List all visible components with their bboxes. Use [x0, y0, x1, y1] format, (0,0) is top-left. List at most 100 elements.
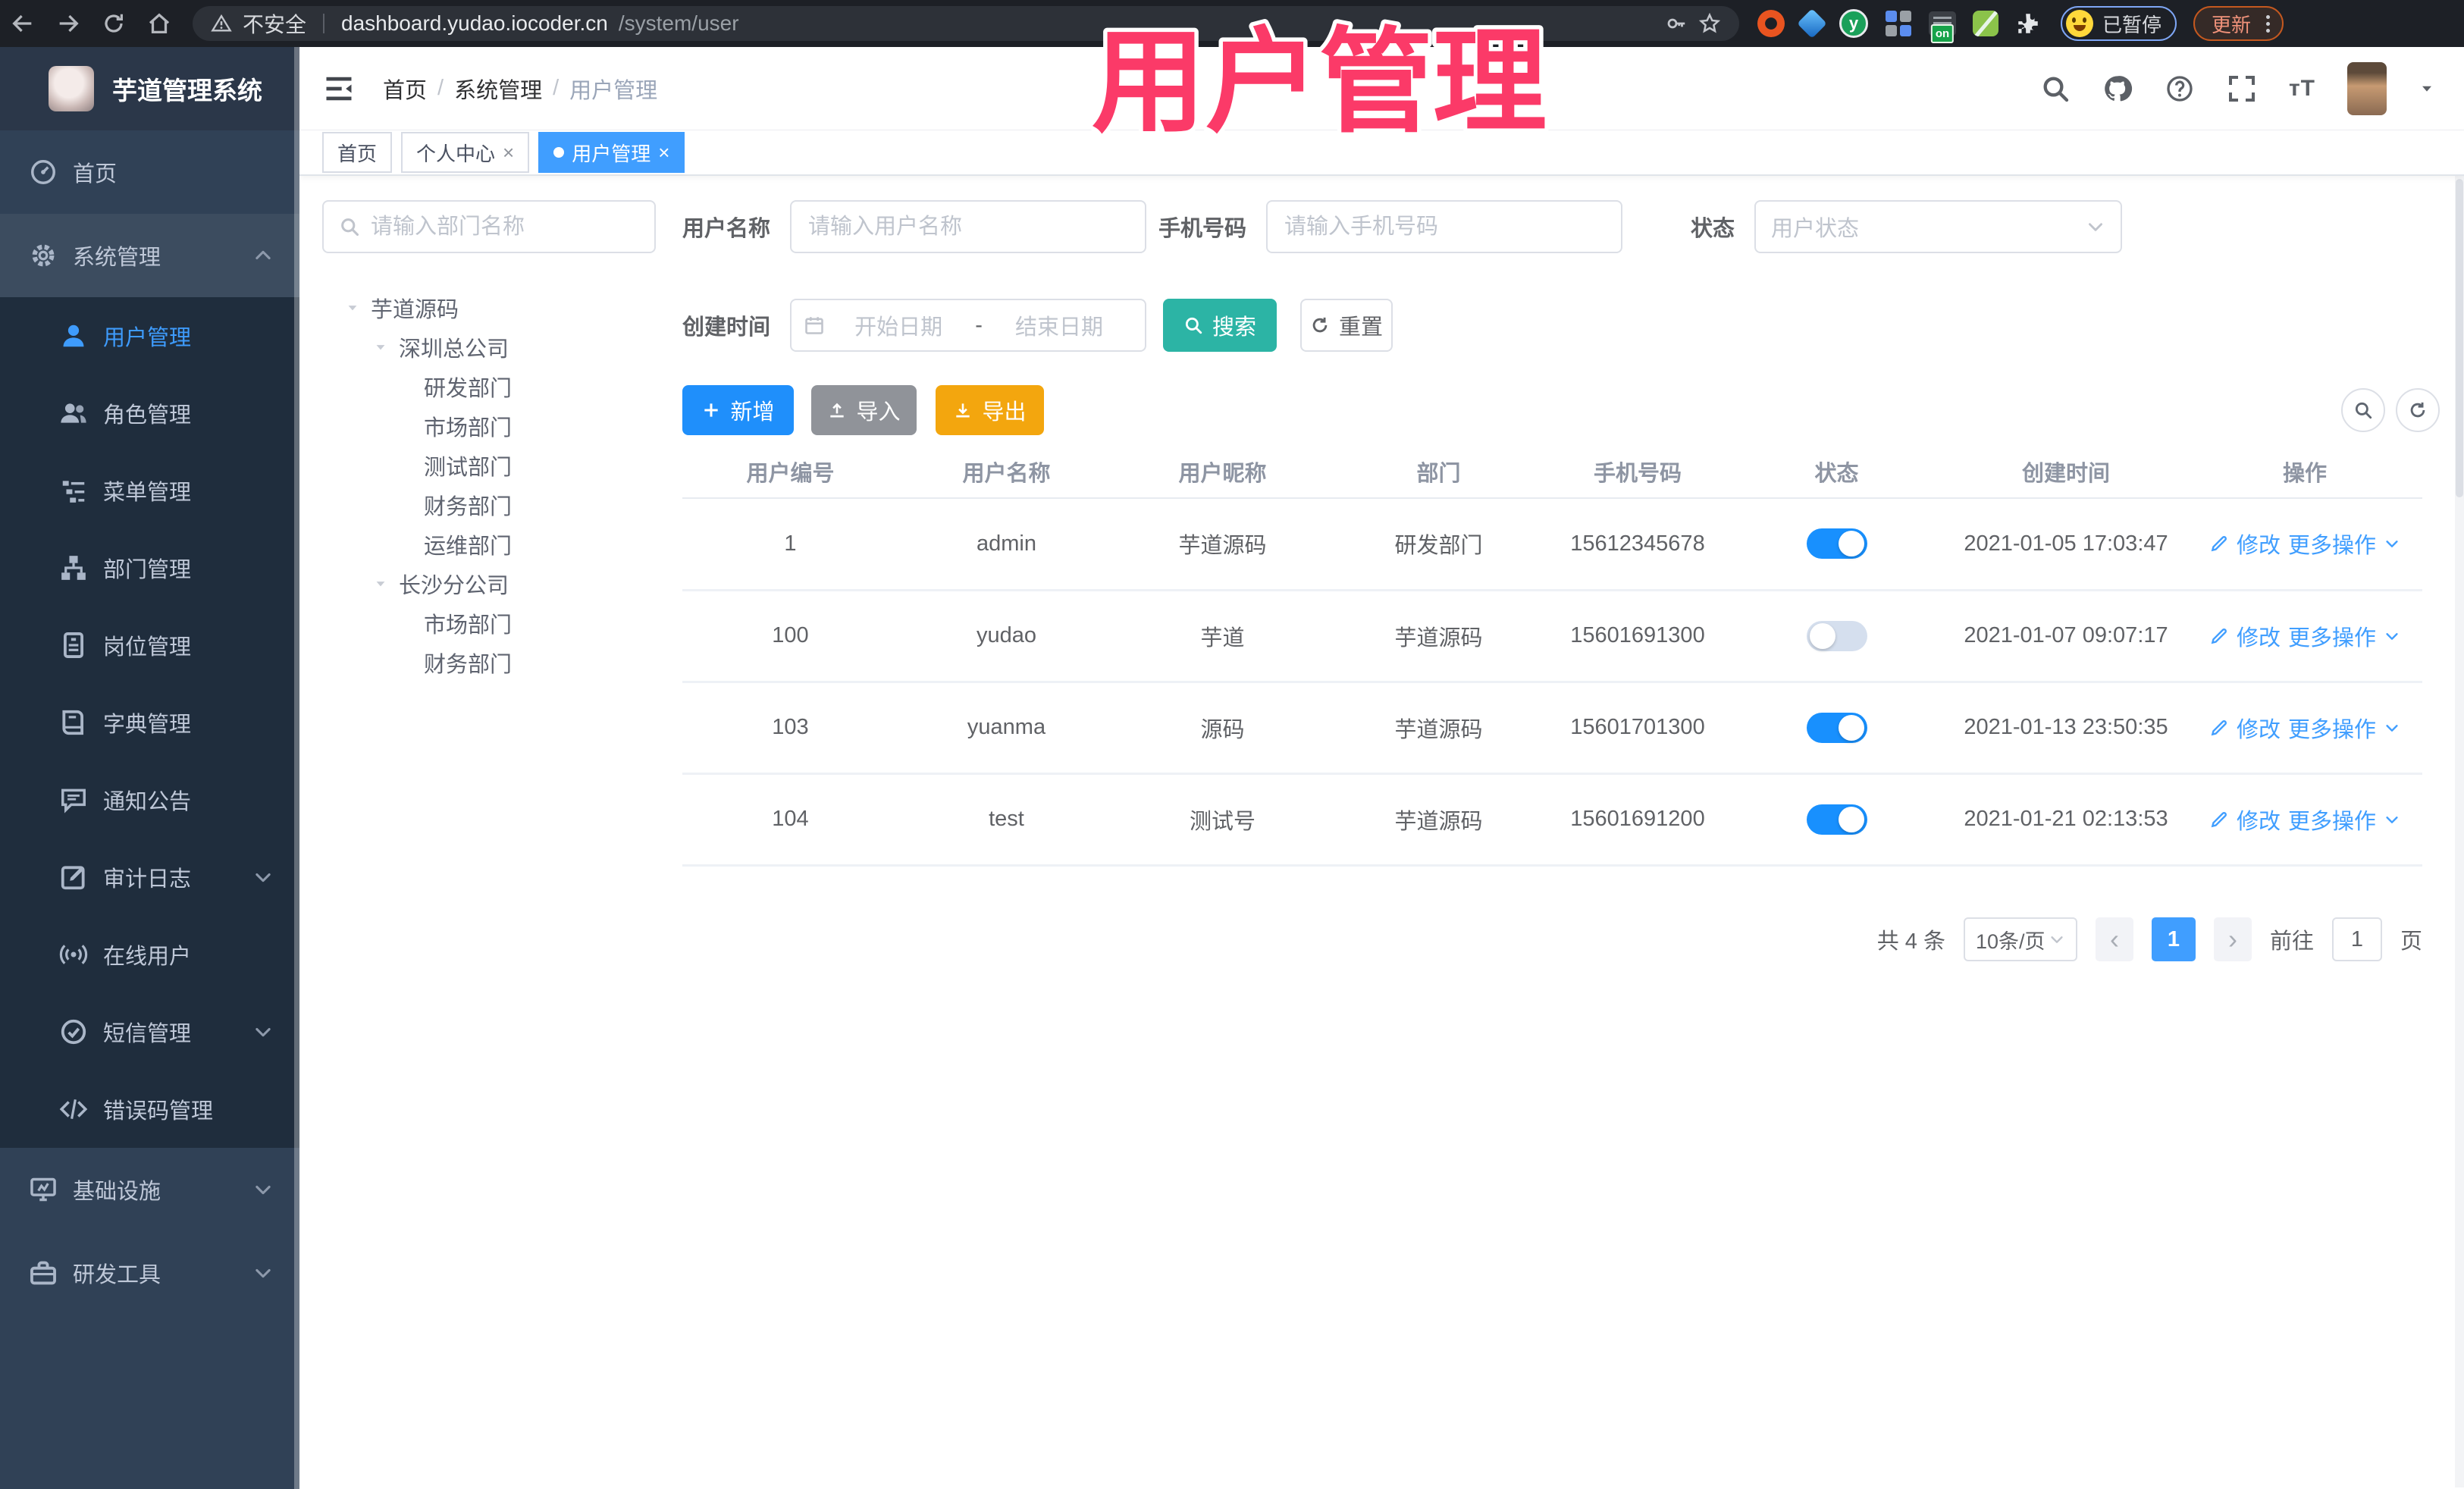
browser-menu-kebab-icon[interactable] [2263, 12, 2273, 36]
total-count: 共 4 条 [1876, 929, 1945, 954]
mobile-input[interactable] [1266, 200, 1623, 253]
browser-back-button[interactable] [0, 0, 45, 47]
more-actions-link[interactable]: 更多操作 [2288, 804, 2376, 835]
caret-down-icon[interactable] [345, 300, 360, 315]
sidebar-item-system-mgmt[interactable]: 系统管理 [0, 214, 299, 297]
more-actions-link[interactable]: 更多操作 [2288, 712, 2376, 744]
tree-node[interactable]: 财务部门 [322, 485, 656, 525]
edit-link[interactable]: 修改 [2237, 620, 2281, 652]
import-button[interactable]: 导入 [811, 385, 917, 435]
sidebar-item-infrastructure[interactable]: 基础设施 [0, 1148, 299, 1231]
password-key-icon[interactable] [1665, 12, 1688, 35]
tree-node[interactable]: 深圳总公司 [322, 328, 656, 367]
browser-home-button[interactable] [136, 0, 182, 47]
gem-extension-icon[interactable] [1797, 8, 1827, 39]
status-toggle[interactable] [1806, 712, 1867, 743]
sidebar-item-home[interactable]: 首页 [0, 130, 299, 214]
tree-node-root[interactable]: 芋道源码 [322, 288, 656, 328]
dept-search-input[interactable] [371, 214, 639, 240]
edit-link[interactable]: 修改 [2237, 712, 2281, 744]
green-y-extension-icon[interactable]: y [1839, 9, 1868, 38]
chevron-down-icon[interactable] [2384, 719, 2400, 736]
search-button[interactable]: 搜索 [1163, 299, 1277, 352]
tree-node[interactable]: 市场部门 [322, 406, 656, 446]
extensions-puzzle-icon[interactable] [2015, 11, 2041, 36]
sidebar-item-user-mgmt[interactable]: 用户管理 [0, 297, 299, 375]
sidebar-item-role-mgmt[interactable]: 角色管理 [0, 375, 299, 452]
sidebar-item-error-code-mgmt[interactable]: 错误码管理 [0, 1071, 299, 1148]
prev-page-button[interactable]: ‹ [2095, 917, 2133, 961]
sidebar-item-dev-tools[interactable]: 研发工具 [0, 1231, 299, 1315]
fullscreen-icon[interactable] [2227, 74, 2257, 104]
sidebar-item-online-users[interactable]: 在线用户 [0, 916, 299, 993]
browser-forward-button[interactable] [45, 0, 91, 47]
grid-extension-icon[interactable] [1885, 10, 1912, 37]
sidebar-item-sms-mgmt[interactable]: 短信管理 [0, 993, 299, 1071]
more-actions-link[interactable]: 更多操作 [2288, 528, 2376, 560]
refresh-table-button[interactable] [2396, 388, 2440, 432]
font-size-icon[interactable]: тT [2289, 76, 2315, 102]
search-icon [1183, 315, 1203, 335]
caret-down-icon[interactable] [373, 576, 388, 591]
end-date-placeholder[interactable]: 结束日期 [986, 309, 1133, 341]
create-time-range-picker[interactable]: 开始日期 - 结束日期 [790, 299, 1147, 352]
sidebar-collapse-hamburger-icon[interactable] [322, 72, 356, 105]
sidebar-item-dept-mgmt[interactable]: 部门管理 [0, 529, 299, 607]
more-actions-link[interactable]: 更多操作 [2288, 620, 2376, 652]
next-page-button[interactable]: › [2213, 917, 2252, 961]
green-key-extension-icon[interactable] [1973, 11, 1998, 36]
current-page-button[interactable]: 1 [2151, 917, 2196, 961]
tree-node[interactable]: 财务部门 [322, 643, 656, 682]
breadcrumb-system-mgmt[interactable]: 系统管理 [454, 73, 542, 105]
tree-node[interactable]: 长沙分公司 [322, 564, 656, 603]
status-toggle[interactable] [1806, 804, 1867, 835]
address-bar[interactable]: 不安全 dashboard.yudao.iocoder.cn/system/us… [193, 6, 1739, 41]
tab-home[interactable]: 首页 [322, 132, 393, 173]
export-button[interactable]: 导出 [936, 385, 1044, 435]
browser-reload-button[interactable] [91, 0, 136, 47]
vertical-scrollbar[interactable] [2455, 176, 2464, 1487]
ubuntu-extension-icon[interactable] [1757, 10, 1785, 37]
status-label: 状态 [1691, 217, 1735, 241]
chevron-down-icon[interactable] [2384, 628, 2400, 644]
sidebar-item-post-mgmt[interactable]: 岗位管理 [0, 607, 299, 684]
reset-button[interactable]: 重置 [1300, 299, 1393, 352]
tree-node[interactable]: 测试部门 [322, 446, 656, 485]
github-icon[interactable] [2102, 74, 2133, 104]
search-icon[interactable] [2040, 74, 2071, 104]
tree-node[interactable]: 研发部门 [322, 367, 656, 406]
help-question-icon[interactable] [2165, 74, 2195, 104]
tab-user-mgmt[interactable]: 用户管理 × [538, 132, 685, 173]
sidebar-item-menu-mgmt[interactable]: 菜单管理 [0, 452, 299, 529]
close-icon[interactable]: × [658, 143, 669, 162]
tab-profile[interactable]: 个人中心 × [401, 132, 530, 173]
status-select[interactable]: 用户状态 [1754, 200, 2123, 253]
toggle-search-button[interactable] [2341, 388, 2385, 432]
sidebar-item-audit-log[interactable]: 审计日志 [0, 839, 299, 916]
username-input[interactable] [790, 200, 1147, 253]
caret-down-icon[interactable] [373, 340, 388, 355]
breadcrumb-home[interactable]: 首页 [383, 73, 427, 105]
switch-on-extension-icon[interactable]: on [1929, 11, 1956, 43]
close-icon[interactable]: × [503, 143, 514, 162]
chevron-down-icon[interactable] [2384, 811, 2400, 828]
add-button[interactable]: 新增 [682, 385, 794, 435]
dept-search-box[interactable] [322, 200, 656, 253]
tree-node[interactable]: 运维部门 [322, 525, 656, 564]
browser-update-button[interactable]: 更新 [2193, 6, 2284, 41]
edit-link[interactable]: 修改 [2237, 804, 2281, 835]
sidebar-item-notice[interactable]: 通知公告 [0, 761, 299, 839]
status-toggle[interactable] [1806, 620, 1867, 651]
bookmark-star-icon[interactable] [1698, 12, 1721, 35]
avatar-caret-down-icon[interactable] [2419, 80, 2435, 97]
chevron-down-icon[interactable] [2384, 535, 2400, 552]
user-avatar[interactable] [2347, 61, 2387, 115]
browser-profile-chip[interactable]: 已暂停 [2061, 6, 2177, 41]
edit-link[interactable]: 修改 [2237, 528, 2281, 560]
goto-page-input[interactable] [2331, 917, 2382, 961]
tree-node[interactable]: 市场部门 [322, 603, 656, 643]
status-toggle[interactable] [1806, 528, 1867, 560]
page-size-select[interactable]: 10条/页 [1963, 917, 2077, 961]
sidebar-item-dict-mgmt[interactable]: 字典管理 [0, 684, 299, 761]
start-date-placeholder[interactable]: 开始日期 [825, 309, 972, 341]
